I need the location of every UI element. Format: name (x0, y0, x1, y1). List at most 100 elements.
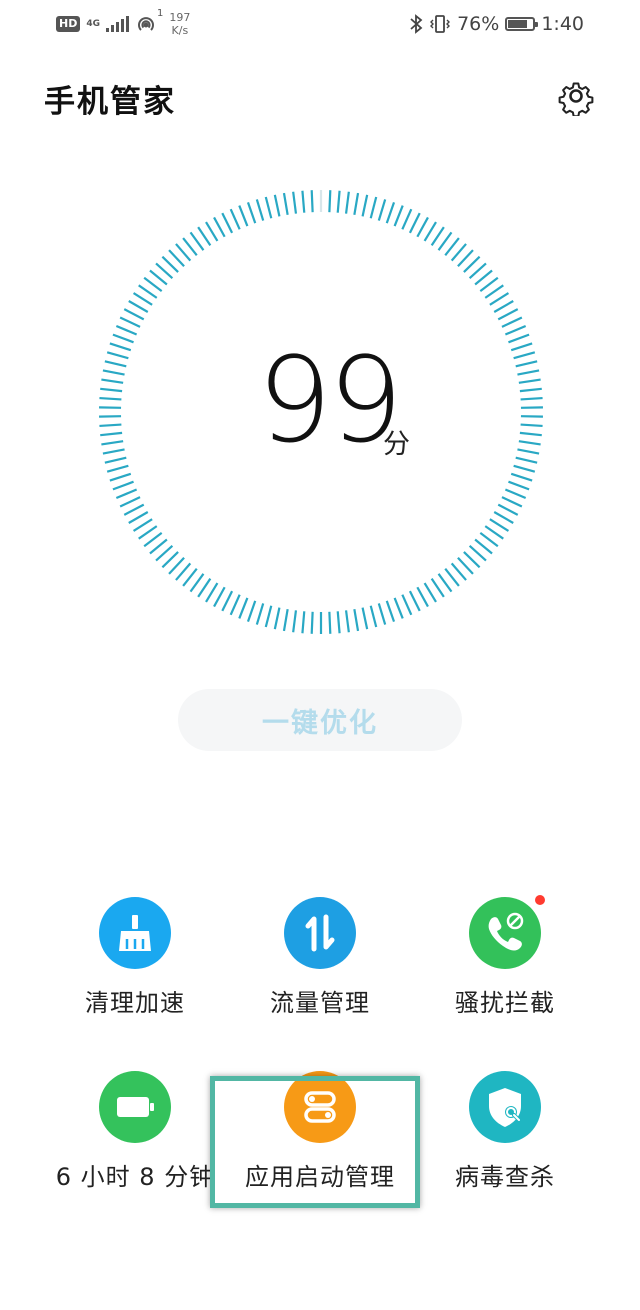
ring-tick (508, 480, 530, 491)
ring-tick (517, 369, 540, 376)
ring-tick (328, 611, 332, 634)
ring-tick (408, 590, 421, 612)
ring-tick (369, 605, 378, 628)
speed-value: 197 (169, 11, 191, 24)
ring-tick (423, 221, 437, 242)
ring-tick (437, 573, 453, 593)
ring-tick (520, 396, 543, 401)
ring-tick (149, 269, 168, 286)
ring-tick (264, 605, 273, 628)
ring-tick (310, 190, 314, 213)
ring-tick (385, 600, 396, 623)
ring-tick (99, 423, 122, 428)
status-bar-right: 76% 1:40 (409, 10, 584, 38)
tool-label: 病毒查杀 (455, 1163, 555, 1191)
ring-tick (463, 551, 481, 569)
ring-tick (474, 538, 493, 555)
ring-tick (501, 496, 523, 508)
ring-tick (450, 243, 467, 262)
ring-tick (100, 431, 123, 437)
ring-tick (517, 448, 540, 455)
ring-tick (430, 226, 445, 247)
ring-tick (377, 199, 387, 221)
clock: 1:40 (541, 13, 584, 35)
tool-app-launch-manager[interactable]: 应用启动管理 (230, 1071, 410, 1231)
ring-tick (205, 221, 219, 242)
gear-icon[interactable] (556, 76, 596, 116)
ring-tick (508, 333, 530, 344)
ring-tick (385, 201, 396, 224)
ring-tick (132, 518, 153, 532)
ring-tick (479, 532, 499, 548)
ring-tick (344, 191, 350, 214)
ring-tick (353, 609, 360, 632)
tool-cleanup[interactable]: 清理加速 (45, 897, 225, 1057)
ring-tick (292, 610, 298, 633)
toggle-icon (284, 1071, 356, 1143)
ring-tick (510, 342, 533, 352)
ring-tick (416, 586, 429, 608)
ring-tick (353, 192, 360, 215)
battery-fill (508, 20, 527, 28)
shield-search-icon (469, 1071, 541, 1143)
tool-label: 清理加速 (85, 989, 185, 1017)
ring-tick (520, 423, 543, 428)
tool-label: 骚扰拦截 (455, 989, 555, 1017)
ring-tick (513, 351, 536, 360)
ring-tick (168, 557, 185, 575)
ring-tick (328, 190, 332, 213)
ring-tick (238, 597, 249, 619)
hd-badge: HD (56, 16, 81, 32)
ring-tick (408, 212, 421, 234)
tool-battery[interactable]: 6 小时 8 分钟 (45, 1071, 225, 1231)
ring-tick (497, 308, 519, 321)
ring-tick (115, 488, 138, 500)
ring-tick (457, 557, 474, 575)
ring-tick (246, 600, 257, 623)
ring-tick (229, 594, 241, 616)
ring-tick (143, 276, 163, 292)
ring-tick (106, 351, 129, 360)
ring-tick (99, 396, 122, 401)
ring-tick (393, 205, 404, 227)
ring-tick (336, 190, 341, 213)
ring-tick (369, 196, 378, 219)
ring-tick (102, 369, 125, 376)
tool-harassment-block[interactable]: 骚扰拦截 (415, 895, 595, 1057)
ring-tick (510, 472, 533, 482)
ring-tick (213, 586, 226, 608)
ring-tick (221, 212, 234, 234)
ring-tick (273, 607, 281, 630)
ring-tick (175, 562, 192, 581)
ring-tick (101, 378, 124, 384)
ring-tick (155, 545, 174, 562)
ring-tick (104, 456, 127, 464)
ring-tick (161, 551, 179, 569)
ring-tick (175, 243, 192, 262)
tool-label: 6 小时 8 分钟 (55, 1163, 215, 1191)
ring-tick (238, 205, 249, 227)
ring-tick (109, 342, 132, 352)
ring-tick (401, 594, 413, 616)
ring-tick (401, 208, 413, 230)
status-bar: HD 4G 1 197 K/s 76% 1:40 (0, 0, 640, 48)
ring-tick (168, 249, 185, 267)
ring-tick (518, 378, 541, 384)
ring-tick (138, 284, 158, 299)
one-tap-optimize-button[interactable]: 一键优化 (178, 689, 462, 751)
tool-data-usage[interactable]: 流量管理 (230, 897, 410, 1057)
ring-tick (444, 568, 460, 587)
ring-tick (123, 308, 145, 321)
ring-tick (504, 324, 527, 336)
ring-tick (197, 226, 212, 247)
signal-icon (106, 16, 129, 32)
vibrate-icon (430, 15, 451, 33)
ring-tick (138, 525, 158, 540)
ring-tick (489, 292, 510, 306)
ring-tick (468, 262, 487, 279)
ring-tick (519, 387, 542, 393)
ring-tick (115, 324, 138, 336)
tool-virus-scan[interactable]: 病毒查杀 (415, 1071, 595, 1231)
ring-tick (205, 582, 219, 603)
ring-tick (344, 610, 350, 633)
